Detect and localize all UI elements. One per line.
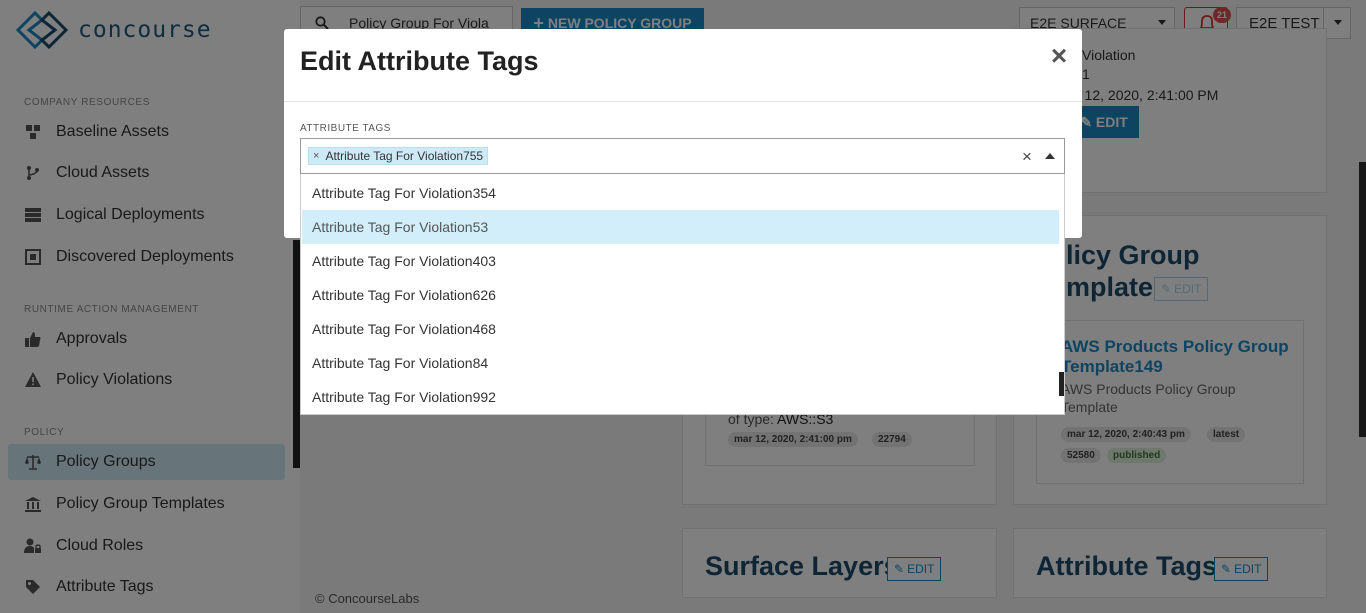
dropdown-option[interactable]: Attribute Tag For Violation468	[302, 312, 1059, 346]
selected-tag-label: Attribute Tag For Violation755	[325, 149, 484, 163]
dropdown-option-highlighted[interactable]: Attribute Tag For Violation53	[302, 210, 1059, 244]
dropdown-option[interactable]: Attribute Tag For Violation626	[302, 278, 1059, 312]
attribute-tags-label: ATTRIBUTE TAGS	[300, 123, 391, 134]
clear-selection-icon[interactable]: ×	[1022, 147, 1032, 167]
dropdown-scrollbar[interactable]	[1059, 372, 1064, 396]
attribute-tags-dropdown: Attribute Tag For Violation354 Attribute…	[300, 174, 1065, 415]
remove-tag-icon[interactable]: ×	[313, 150, 319, 162]
close-icon[interactable]: ×	[1046, 40, 1072, 71]
modal-title: Edit Attribute Tags	[300, 46, 539, 76]
dropdown-option[interactable]: Attribute Tag For Violation354	[302, 176, 1059, 210]
dropdown-option[interactable]: Attribute Tag For Violation992	[302, 380, 1059, 414]
attribute-tags-select[interactable]: × Attribute Tag For Violation755 ×	[300, 138, 1065, 174]
selected-tag-chip: × Attribute Tag For Violation755	[308, 147, 489, 165]
chevron-up-icon[interactable]	[1045, 153, 1055, 159]
dropdown-option[interactable]: Attribute Tag For Violation84	[302, 346, 1059, 380]
dropdown-option[interactable]: Attribute Tag For Violation403	[302, 244, 1059, 278]
modal-header: Edit Attribute Tags ×	[284, 29, 1082, 102]
